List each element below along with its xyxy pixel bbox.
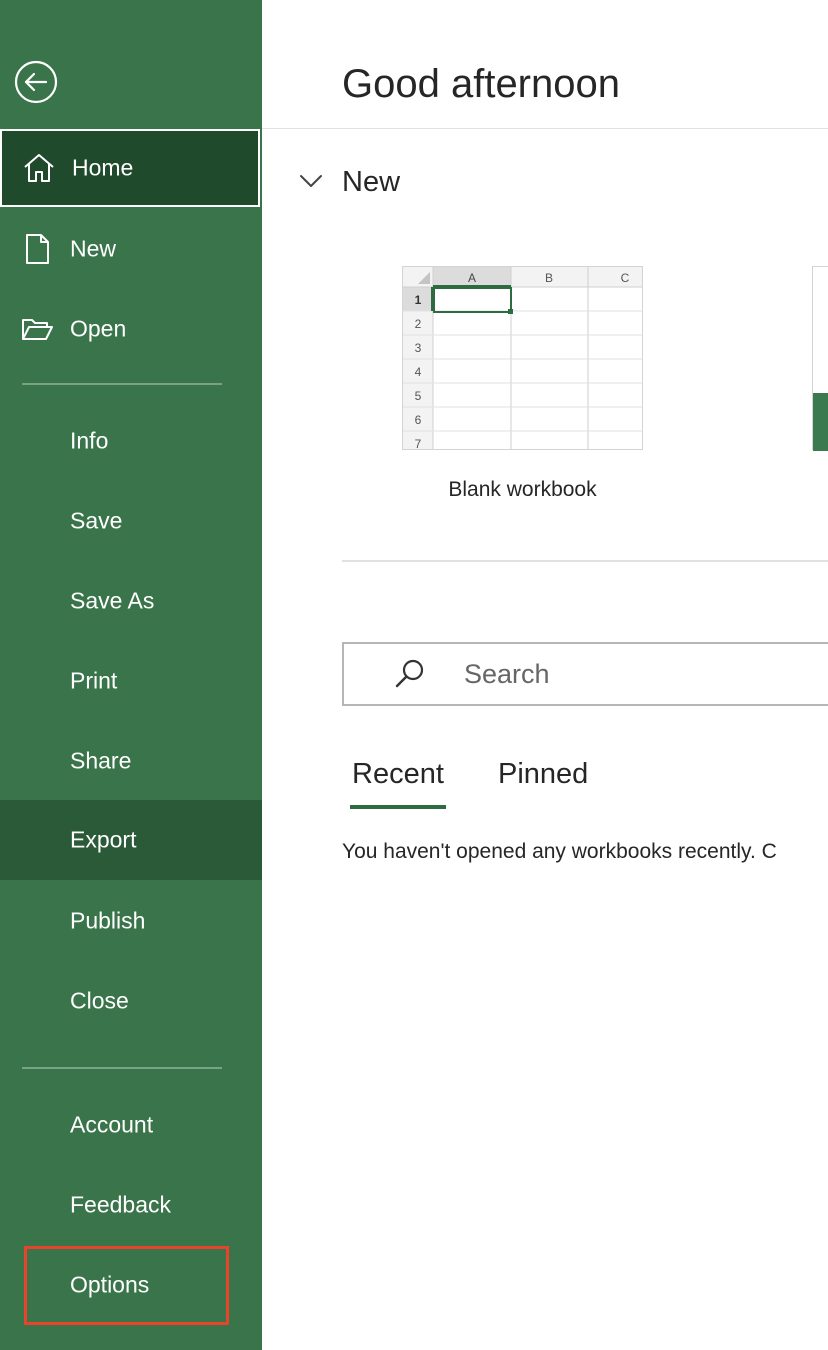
sidebar-item-info[interactable]: Info bbox=[0, 401, 262, 481]
sidebar-item-label: New bbox=[70, 235, 117, 262]
sidebar-item-home[interactable]: Home bbox=[0, 129, 260, 207]
row-header: 5 bbox=[415, 389, 422, 403]
sidebar-item-label: Export bbox=[70, 826, 137, 853]
search-input[interactable] bbox=[464, 654, 828, 694]
sidebar-item-label: Share bbox=[70, 747, 132, 774]
blank-workbook-label[interactable]: Blank workbook bbox=[402, 478, 643, 502]
search-box[interactable] bbox=[342, 642, 828, 706]
column-header: B bbox=[545, 271, 553, 285]
header-divider bbox=[262, 128, 828, 129]
active-tab-indicator bbox=[350, 805, 446, 809]
sidebar-item-save-as[interactable]: Save As bbox=[0, 561, 262, 641]
sidebar-item-account[interactable]: Account bbox=[0, 1085, 262, 1165]
row-header: 7 bbox=[415, 437, 422, 450]
empty-recent-message: You haven't opened any workbooks recentl… bbox=[342, 840, 777, 863]
template-thumbnail[interactable] bbox=[812, 266, 828, 451]
sidebar-item-label: Publish bbox=[70, 907, 146, 934]
tab-pinned[interactable]: Pinned bbox=[498, 758, 588, 791]
sidebar-item-label: Account bbox=[70, 1111, 154, 1138]
sidebar-item-share[interactable]: Share bbox=[0, 721, 262, 801]
sidebar-item-label: Close bbox=[70, 987, 129, 1014]
template-thumbnail-accent bbox=[813, 393, 828, 451]
sidebar-item-label: Feedback bbox=[70, 1191, 172, 1218]
search-icon bbox=[392, 656, 428, 692]
new-section-title: New bbox=[342, 166, 401, 198]
sidebar-item-close[interactable]: Close bbox=[0, 961, 262, 1041]
section-divider bbox=[342, 560, 828, 562]
sidebar-item-export[interactable]: Export bbox=[0, 800, 262, 880]
spreadsheet-grid: A B C 1 2 3 4 5 6 7 bbox=[403, 267, 642, 450]
sidebar-item-label: Open bbox=[70, 315, 127, 342]
sidebar-item-label: Save bbox=[70, 507, 123, 534]
sidebar-item-label: Info bbox=[70, 427, 109, 454]
tab-recent[interactable]: Recent bbox=[352, 758, 444, 791]
back-arrow-circle-icon[interactable] bbox=[14, 60, 58, 104]
column-header: C bbox=[621, 271, 630, 285]
sidebar-item-label: Save As bbox=[70, 587, 155, 614]
backstage-main: Good afternoon New A B C 1 2 3 4 5 6 7 B… bbox=[262, 0, 828, 1350]
sidebar-item-new[interactable]: New bbox=[0, 209, 262, 289]
greeting-title: Good afternoon bbox=[342, 62, 620, 106]
sidebar-item-label: Print bbox=[70, 667, 118, 694]
backstage-sidebar: Home New Open Info Save Save As Print Sh… bbox=[0, 0, 262, 1350]
sidebar-item-feedback[interactable]: Feedback bbox=[0, 1165, 262, 1245]
sidebar-item-open[interactable]: Open bbox=[0, 289, 262, 369]
row-header: 6 bbox=[415, 413, 422, 427]
column-header: A bbox=[468, 271, 476, 285]
sidebar-item-publish[interactable]: Publish bbox=[0, 881, 262, 961]
open-folder-icon bbox=[20, 312, 54, 346]
home-icon bbox=[22, 151, 56, 185]
row-header: 2 bbox=[415, 317, 422, 331]
sidebar-item-save[interactable]: Save bbox=[0, 481, 262, 561]
sidebar-item-print[interactable]: Print bbox=[0, 641, 262, 721]
sidebar-item-label: Home bbox=[72, 154, 134, 181]
sidebar-item-options[interactable]: Options bbox=[0, 1245, 262, 1325]
sidebar-item-label: Options bbox=[70, 1271, 150, 1298]
row-header: 1 bbox=[415, 293, 422, 307]
chevron-down-icon[interactable] bbox=[296, 166, 326, 196]
new-document-icon bbox=[20, 232, 54, 266]
sidebar-divider bbox=[22, 383, 222, 385]
sidebar-divider bbox=[22, 1067, 222, 1069]
row-header: 4 bbox=[415, 365, 422, 379]
blank-workbook-thumbnail[interactable]: A B C 1 2 3 4 5 6 7 bbox=[402, 266, 643, 450]
row-header: 3 bbox=[415, 341, 422, 355]
